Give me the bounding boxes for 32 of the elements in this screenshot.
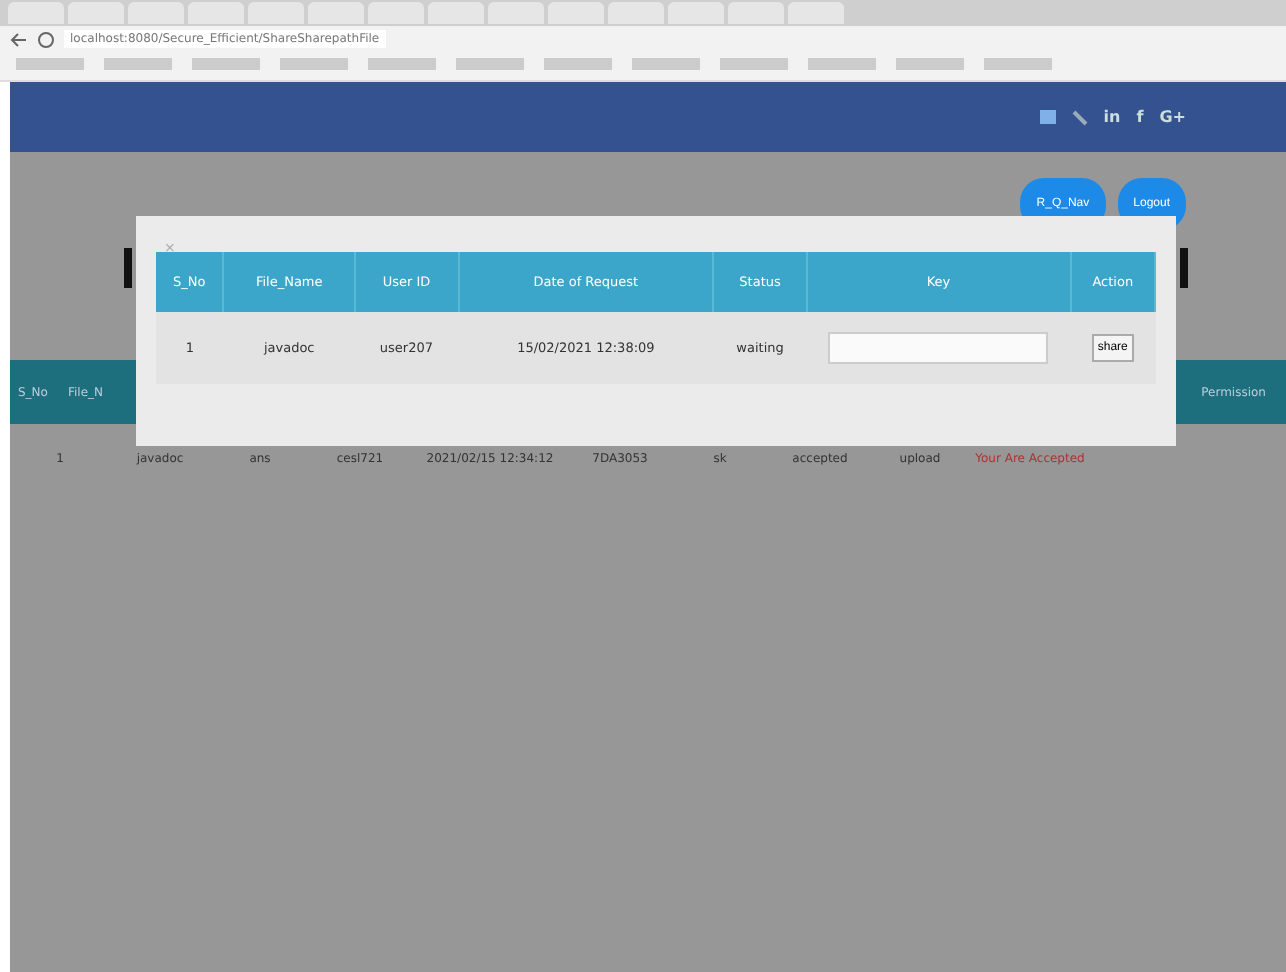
bookmark-item[interactable] [192,58,260,70]
browser-tab[interactable] [428,2,484,24]
browser-tab[interactable] [608,2,664,24]
mail-icon [1039,110,1056,124]
bookmark-item[interactable] [280,58,348,70]
bookmark-item[interactable] [16,58,84,70]
bookmark-item[interactable] [368,58,436,70]
social-link[interactable]: f [1136,108,1144,126]
bookmark-item[interactable] [544,58,612,70]
social-link[interactable]: G+ [1159,108,1186,126]
back-icon[interactable] [8,29,28,49]
bookmark-item[interactable] [720,58,788,70]
browser-tab[interactable] [308,2,364,24]
browser-tab[interactable] [248,2,304,24]
browser-tab[interactable] [488,2,544,24]
browser-tab[interactable] [128,2,184,24]
bookmark-item[interactable] [896,58,964,70]
bookmark-item[interactable] [808,58,876,70]
browser-tab[interactable] [188,2,244,24]
browser-tab[interactable] [668,2,724,24]
key-field[interactable] [828,332,1049,364]
bookmark-item[interactable] [632,58,700,70]
browser-tab[interactable] [68,2,124,24]
browser-tab[interactable] [788,2,844,24]
bookmark-item[interactable] [456,58,524,70]
browser-tab[interactable] [368,2,424,24]
reload-icon[interactable] [36,29,56,49]
social-link[interactable]: in [1103,108,1121,126]
browser-tab[interactable] [728,2,784,24]
browser-tab[interactable] [548,2,604,24]
bookmark-item[interactable] [104,58,172,70]
bookmark-item[interactable] [984,58,1052,70]
